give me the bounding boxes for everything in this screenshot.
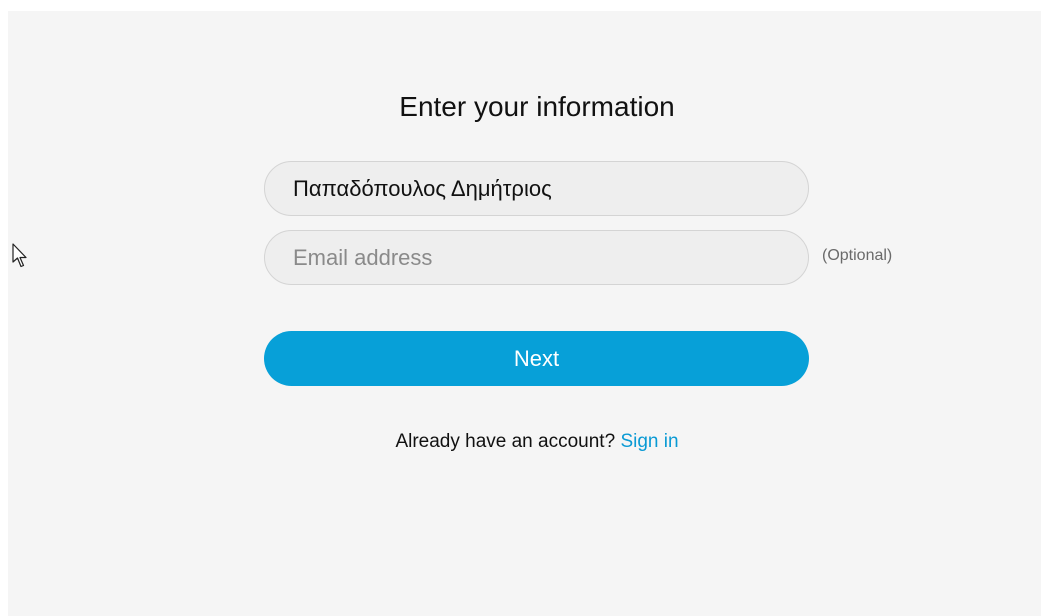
signin-row: Already have an account? Sign in bbox=[8, 431, 1041, 453]
email-input[interactable] bbox=[264, 230, 809, 285]
page-title: Enter your information bbox=[399, 91, 675, 122]
signin-link[interactable]: Sign in bbox=[620, 431, 678, 452]
signup-panel: Enter your information (Optional) Next A… bbox=[8, 11, 1041, 616]
next-button[interactable]: Next bbox=[264, 331, 809, 386]
email-optional-label: (Optional) bbox=[822, 247, 893, 264]
signin-prompt: Already have an account? bbox=[395, 431, 616, 452]
name-input[interactable] bbox=[264, 161, 809, 216]
mouse-pointer-icon bbox=[12, 243, 27, 268]
